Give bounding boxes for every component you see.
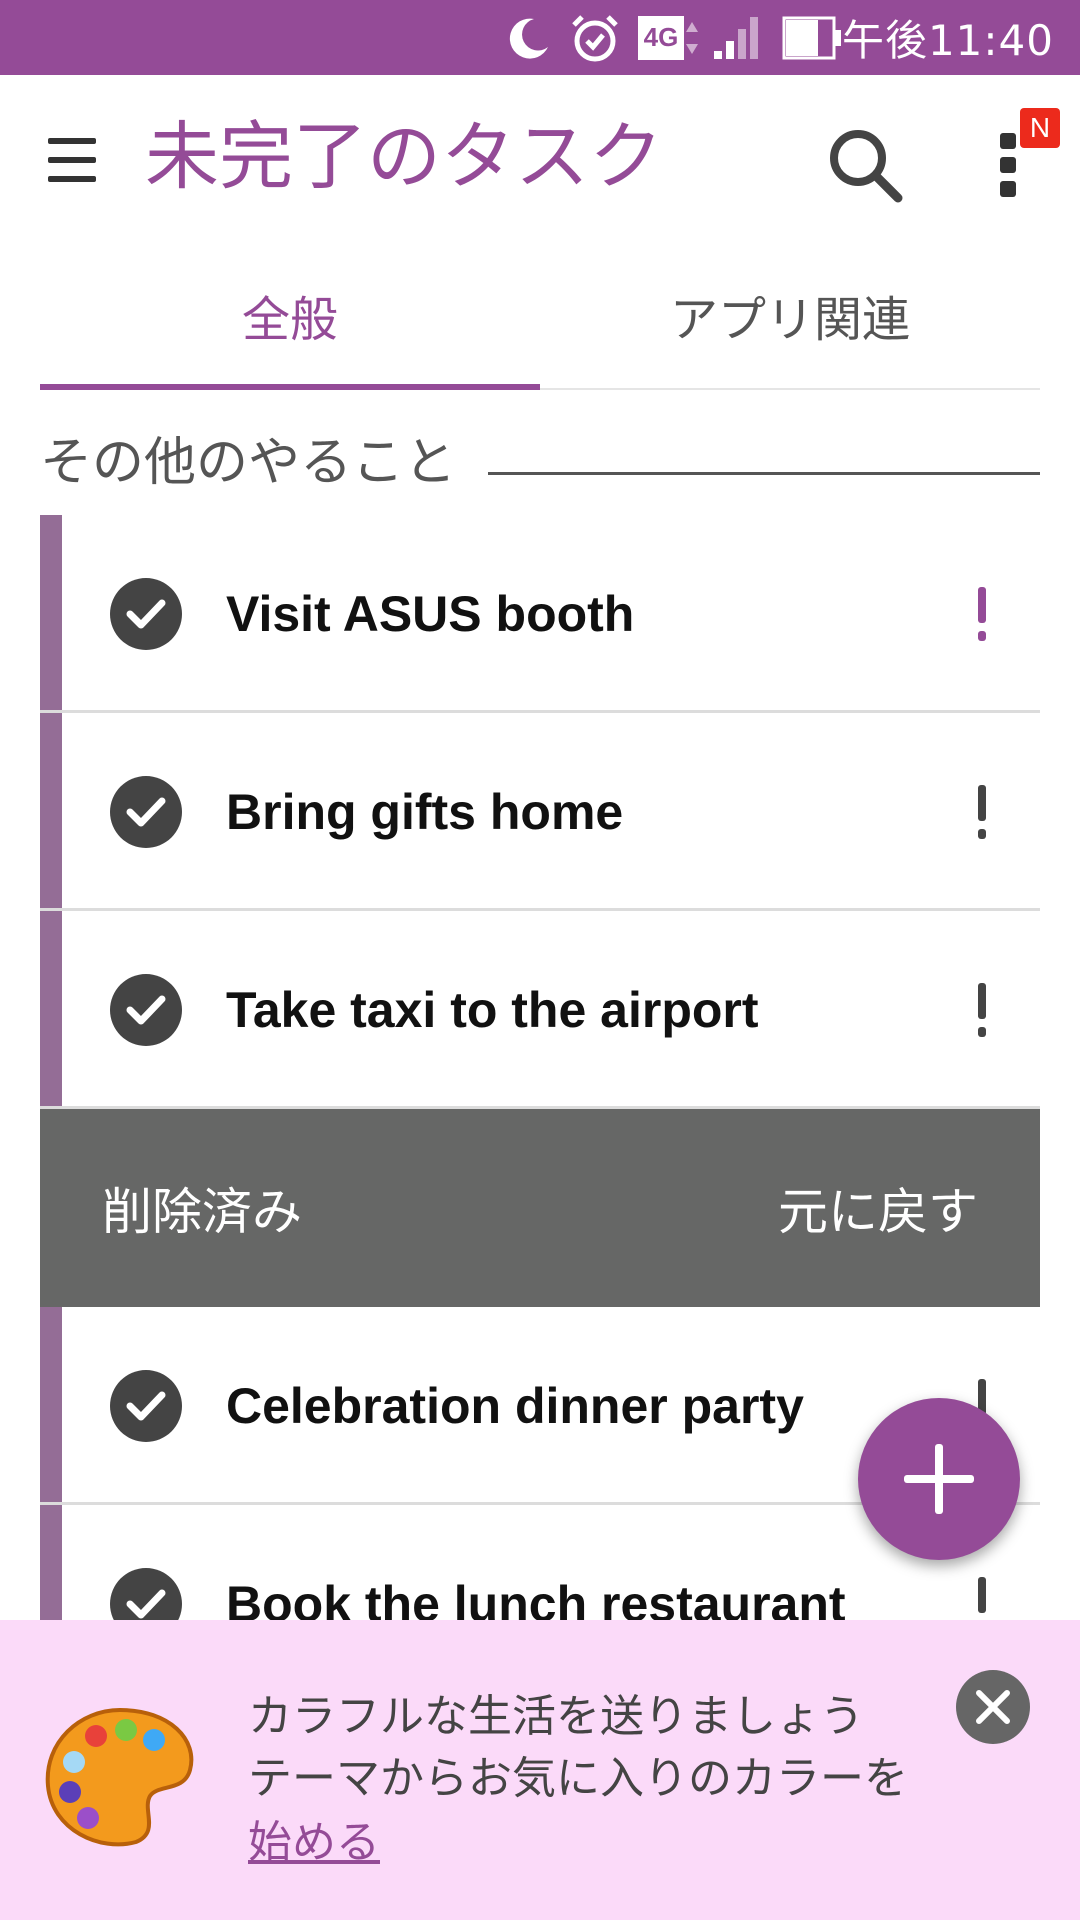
task-title: Visit ASUS booth <box>226 586 635 642</box>
section-header: その他のやること <box>40 420 1040 493</box>
deleted-snackbar: 削除済み 元に戻す <box>40 1109 1040 1307</box>
deleted-label: 削除済み <box>102 1183 302 1241</box>
add-task-button[interactable] <box>858 1398 1020 1560</box>
promo-start-link[interactable]: 始める <box>248 1806 380 1870</box>
app-bar: 未完了のタスク <box>0 75 1080 240</box>
task-title: Bring gifts home <box>226 784 624 840</box>
priority-icon[interactable] <box>976 983 988 1039</box>
check-icon[interactable] <box>110 776 182 848</box>
task-accent <box>40 515 62 710</box>
alarm-icon <box>568 0 622 75</box>
hamburger-menu-icon[interactable] <box>42 130 102 190</box>
close-icon[interactable] <box>956 1670 1030 1744</box>
status-time: 午後11:40 <box>841 16 1054 65</box>
notification-badge: N <box>1020 108 1060 148</box>
task-row[interactable]: Bring gifts home <box>40 713 1040 911</box>
task-row[interactable]: Take taxi to the airport <box>40 911 1040 1109</box>
search-icon[interactable] <box>820 120 910 210</box>
priority-icon[interactable] <box>976 587 988 643</box>
signal-icon <box>712 0 764 75</box>
network-label: 4G <box>638 15 684 60</box>
section-divider <box>488 472 1040 475</box>
tab-app-related[interactable]: アプリ関連 <box>540 240 1040 390</box>
palette-icon <box>40 1700 200 1850</box>
status-bar: 4G 午後11:40 <box>0 0 1080 75</box>
task-row[interactable]: Visit ASUS booth <box>40 515 1040 713</box>
battery-icon <box>782 0 844 75</box>
task-title: Celebration dinner party <box>226 1378 804 1434</box>
priority-icon[interactable] <box>976 785 988 841</box>
moon-icon <box>504 0 554 75</box>
network-4g-icon: 4G <box>638 0 700 75</box>
section-title: その他のやること <box>40 433 457 493</box>
theme-promo-banner: カラフルな生活を送りましょう テーマからお気に入りのカラーを 始める <box>0 1620 1080 1920</box>
promo-text: テーマからお気に入りのカラーを <box>248 1753 908 1804</box>
tab-general[interactable]: 全般 <box>40 240 540 390</box>
task-accent <box>40 713 62 908</box>
task-accent <box>40 911 62 1106</box>
undo-button[interactable]: 元に戻す <box>778 1109 978 1307</box>
promo-headline: カラフルな生活を送りましょう <box>248 1691 864 1742</box>
tab-indicator <box>40 384 540 390</box>
tab-bar: 全般 アプリ関連 <box>40 240 1040 390</box>
page-title: 未完了のタスク <box>145 114 663 200</box>
check-icon[interactable] <box>110 1370 182 1442</box>
task-accent <box>40 1307 62 1502</box>
check-icon[interactable] <box>110 974 182 1046</box>
task-title: Take taxi to the airport <box>226 982 759 1038</box>
check-icon[interactable] <box>110 578 182 650</box>
